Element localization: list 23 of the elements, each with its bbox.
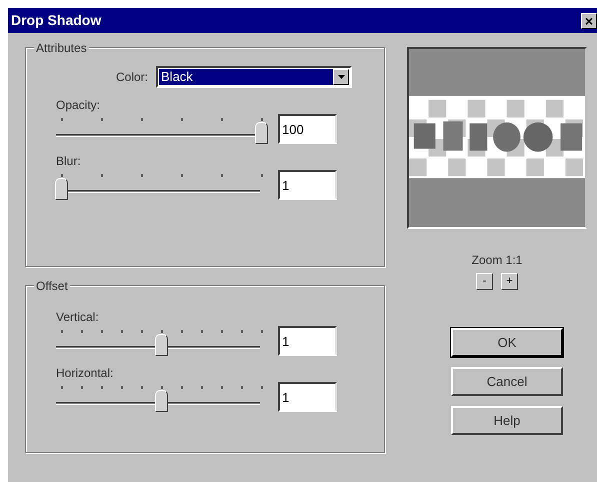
color-dropdown[interactable]: Black [156, 66, 352, 88]
zoom-label: Zoom 1:1 [472, 252, 522, 269]
slider-label: Opacity: [56, 97, 102, 112]
color-label: Color: [116, 69, 148, 86]
value-field[interactable]: 1 [278, 170, 337, 200]
slider-label: Vertical: [56, 309, 100, 324]
dropdown-arrow-icon [338, 75, 345, 79]
zoom-button[interactable]: - [476, 273, 493, 290]
slider-thumb[interactable] [55, 178, 68, 200]
dialog-button[interactable]: Help [451, 406, 563, 435]
value-field[interactable]: 1 [278, 326, 337, 356]
zoom-button[interactable]: + [501, 273, 518, 290]
value-field[interactable]: 1 [278, 382, 337, 412]
slider-thumb[interactable] [155, 334, 168, 356]
slider-label: Horizontal: [56, 365, 114, 380]
dialog-button[interactable]: Cancel [451, 367, 563, 396]
window-title: Drop Shadow [11, 11, 102, 30]
slider-thumb[interactable] [255, 122, 268, 144]
slider-label: Blur: [56, 153, 82, 168]
value-field[interactable]: 100 [278, 114, 337, 144]
close-button[interactable]: × [581, 12, 597, 28]
slider-thumb[interactable] [155, 390, 168, 412]
dialog-button[interactable]: OK [451, 328, 563, 357]
